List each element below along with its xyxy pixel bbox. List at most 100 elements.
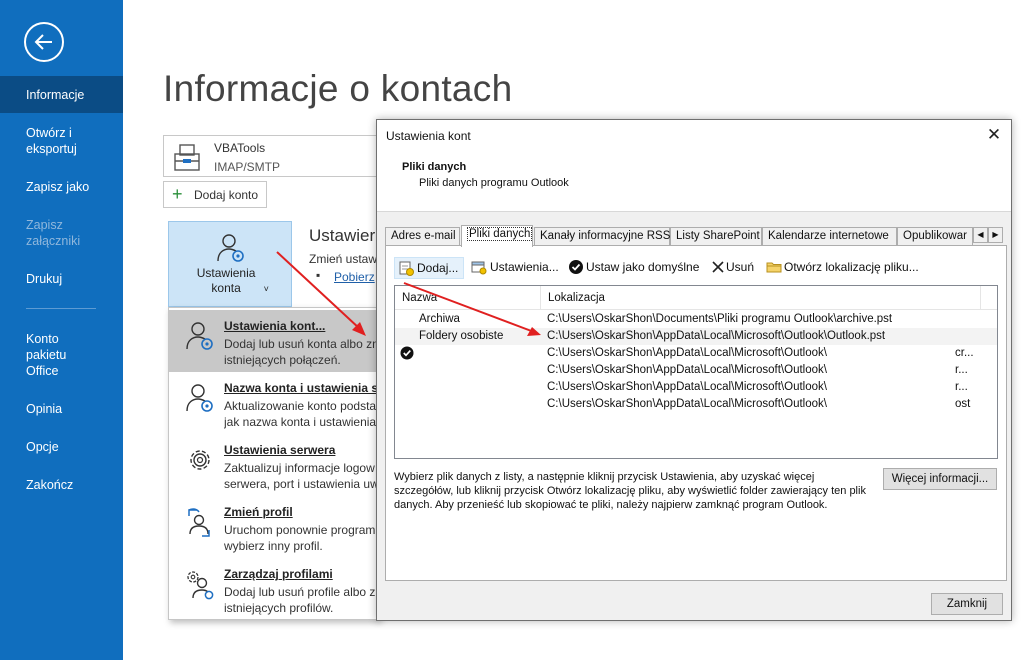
menu-item-manage-profiles[interactable]: Zarządzaj profilami Dodaj lub usuń profi… xyxy=(169,558,379,619)
tab-scroll-right-icon[interactable]: ▶ xyxy=(988,227,1003,243)
section-link[interactable]: Pobierz xyxy=(334,270,375,284)
nav-zapisz-jako[interactable]: Zapisz jako xyxy=(0,179,123,195)
menu-item-title: Ustawienia serwera xyxy=(224,443,336,457)
server-gear-icon xyxy=(190,450,210,470)
backstage-sidebar: Informacje Otwórz i eksportuj Zapisz jak… xyxy=(0,0,123,660)
add-button[interactable]: Dodaj... xyxy=(394,257,464,279)
account-settings-icon xyxy=(186,322,213,350)
nav-opinia[interactable]: Opinia xyxy=(0,401,123,417)
account-type: IMAP/SMTP xyxy=(214,160,281,174)
list-item[interactable]: Foldery osobiste C:\Users\OskarShon\AppD… xyxy=(395,328,997,345)
row-name: Archiwa xyxy=(419,313,460,325)
more-info-button[interactable]: Więcej informacji... xyxy=(883,468,997,490)
account-settings-dialog: Ustawienia kont ✕ Pliki danych Pliki dan… xyxy=(376,119,1012,621)
add-button-label: Dodaj... xyxy=(417,261,459,275)
nav-label: Drukuj xyxy=(26,272,63,286)
dialog-header-title: Pliki danych xyxy=(402,161,467,173)
menu-item-desc: Uruchom ponownie program wybierz inny pro… xyxy=(224,522,379,554)
remove-x-icon xyxy=(712,261,724,273)
menu-item-desc: Aktualizowanie konto podsta jak nazwa kon… xyxy=(224,398,379,430)
menu-item-server-settings[interactable]: Ustawienia serwera Zaktualizuj informacj… xyxy=(169,434,379,496)
desc-line: Dodaj lub usuń konta albo zn xyxy=(224,337,379,351)
nav-drukuj[interactable]: Drukuj xyxy=(0,271,123,287)
remove-button[interactable]: Usuń xyxy=(707,257,757,279)
tab-scroll-left-icon[interactable]: ◀ xyxy=(973,227,988,243)
add-account-button[interactable]: + Dodaj konto xyxy=(163,181,267,208)
tab-kanaly-rss[interactable]: Kanały informacyjne RSS xyxy=(534,227,670,246)
desc-line: Zaktualizuj informacje logow xyxy=(224,461,375,475)
open-file-location-button[interactable]: Otwórz lokalizację pliku... xyxy=(763,257,923,279)
close-button[interactable]: Zamknij xyxy=(931,593,1003,615)
menu-item-account-settings[interactable]: Ustawienia kont... Dodaj lub usuń konta … xyxy=(169,310,379,372)
page-title: Informacje o kontach xyxy=(163,68,513,109)
add-account-label: Dodaj konto xyxy=(194,188,259,202)
tab-adres-email[interactable]: Adres e-mail xyxy=(385,227,460,246)
tab-label: Listy SharePoint xyxy=(676,230,760,242)
back-button[interactable] xyxy=(24,22,64,62)
menu-item-account-name[interactable]: Nazwa konta i ustawienia sy Aktualizowan… xyxy=(169,372,380,434)
account-name: VBATools xyxy=(214,141,266,155)
menu-item-desc: Dodaj lub usuń profile albo z istniejącyc… xyxy=(224,584,379,616)
tab-label: Kalendarze internetowe xyxy=(768,230,889,242)
list-item[interactable]: C:\Users\OskarShon\AppData\Local\Microso… xyxy=(395,379,997,396)
remove-label: Usuń xyxy=(726,260,755,274)
column-header-name[interactable]: Nazwa xyxy=(395,286,541,309)
dialog-titlebar[interactable]: Ustawienia kont ✕ xyxy=(377,120,1011,150)
tab-label: Pliki danych xyxy=(467,227,533,241)
list-item[interactable]: Archiwa C:\Users\OskarShon\Documents\Pli… xyxy=(395,311,997,328)
tab-pliki-danych[interactable]: Pliki danych xyxy=(461,225,533,247)
tile-label-text: Ustawienia konta xyxy=(196,266,256,295)
menu-item-desc: Dodaj lub usuń konta albo zn istniejących… xyxy=(224,336,379,368)
desc-line: Uruchom ponownie program xyxy=(224,523,376,537)
section-title: Ustawier xyxy=(309,226,376,245)
tab-kalendarze-internetowe[interactable]: Kalendarze internetowe xyxy=(762,227,897,246)
desc-line: wybierz inny profil. xyxy=(224,539,323,553)
settings-button[interactable]: Ustawienia... xyxy=(468,257,560,279)
nav-otworz-eksportuj[interactable]: Otwórz i eksportuj xyxy=(0,125,100,157)
set-default-button[interactable]: Ustaw jako domyślne xyxy=(565,257,701,279)
list-item[interactable]: C:\Users\OskarShon\AppData\Local\Microso… xyxy=(395,396,997,413)
nav-konto-pakietu-office[interactable]: Konto pakietu Office xyxy=(0,331,90,379)
list-item[interactable]: C:\Users\OskarShon\AppData\Local\Microso… xyxy=(395,362,997,379)
row-extra: r... xyxy=(955,364,968,376)
row-location: C:\Users\OskarShon\AppData\Local\Microso… xyxy=(547,381,827,393)
nav-informacje[interactable]: Informacje xyxy=(0,76,123,113)
open-location-label: Otwórz lokalizację pliku... xyxy=(784,260,919,274)
desc-line: Aktualizowanie konto podsta xyxy=(224,399,377,413)
menu-item-title: Nazwa konta i ustawienia sy xyxy=(224,381,380,395)
menu-item-title: Zarządzaj profilami xyxy=(224,567,333,581)
tab-label: Opublikowar xyxy=(903,230,967,242)
nav-label: Opinia xyxy=(26,402,63,416)
default-checkmark-icon xyxy=(400,346,414,360)
column-header-location[interactable]: Lokalizacja xyxy=(541,286,981,309)
list-item[interactable]: C:\Users\OskarShon\AppData\Local\Microso… xyxy=(395,345,997,362)
menu-item-desc: Zaktualizuj informacje logow serwera, por… xyxy=(224,460,379,492)
data-files-panel: Dodaj... Ustawienia... Ustaw jako domyśl… xyxy=(385,245,1007,581)
tab-label: Adres e-mail xyxy=(391,230,456,242)
nav-zakoncz[interactable]: Zakończ xyxy=(0,477,123,493)
plus-icon: + xyxy=(172,184,183,204)
menu-item-title: Ustawienia kont... xyxy=(224,319,326,333)
account-selector[interactable]: VBATools IMAP/SMTP xyxy=(163,135,378,177)
row-location: C:\Users\OskarShon\AppData\Local\Microso… xyxy=(547,347,827,359)
nav-opcje[interactable]: Opcje xyxy=(0,439,123,455)
dialog-header: Pliki danych Pliki danych programu Outlo… xyxy=(377,150,1011,212)
tab-listy-sharepoint[interactable]: Listy SharePoint xyxy=(670,227,762,246)
manage-profiles-icon xyxy=(187,571,214,600)
change-profile-icon xyxy=(188,508,210,537)
desc-line: Dodaj lub usuń profile albo z xyxy=(224,585,376,599)
close-icon[interactable]: ✕ xyxy=(983,124,1005,146)
menu-item-title: Zmień profil xyxy=(224,505,293,519)
account-settings-tile[interactable]: Ustawienia konta ˅ xyxy=(168,221,292,307)
row-location: C:\Users\OskarShon\AppData\Local\Microso… xyxy=(547,364,827,376)
row-extra: cr... xyxy=(955,347,974,359)
info-text: Wybierz plik danych z listy, a następnie… xyxy=(394,471,866,511)
chevron-down-icon: ˅ xyxy=(261,284,269,294)
desc-line: jak nazwa konta i ustawienia xyxy=(224,415,377,429)
menu-item-change-profile[interactable]: Zmień profil Uruchom ponownie program wyb… xyxy=(169,496,379,558)
dialog-title: Ustawienia kont xyxy=(386,129,471,143)
set-default-label: Ustaw jako domyślne xyxy=(586,260,700,274)
tab-opublikowane[interactable]: Opublikowar xyxy=(897,227,973,246)
folder-icon xyxy=(766,262,782,273)
data-files-list[interactable]: Nazwa Lokalizacja Archiwa C:\Users\Oskar… xyxy=(394,285,998,459)
